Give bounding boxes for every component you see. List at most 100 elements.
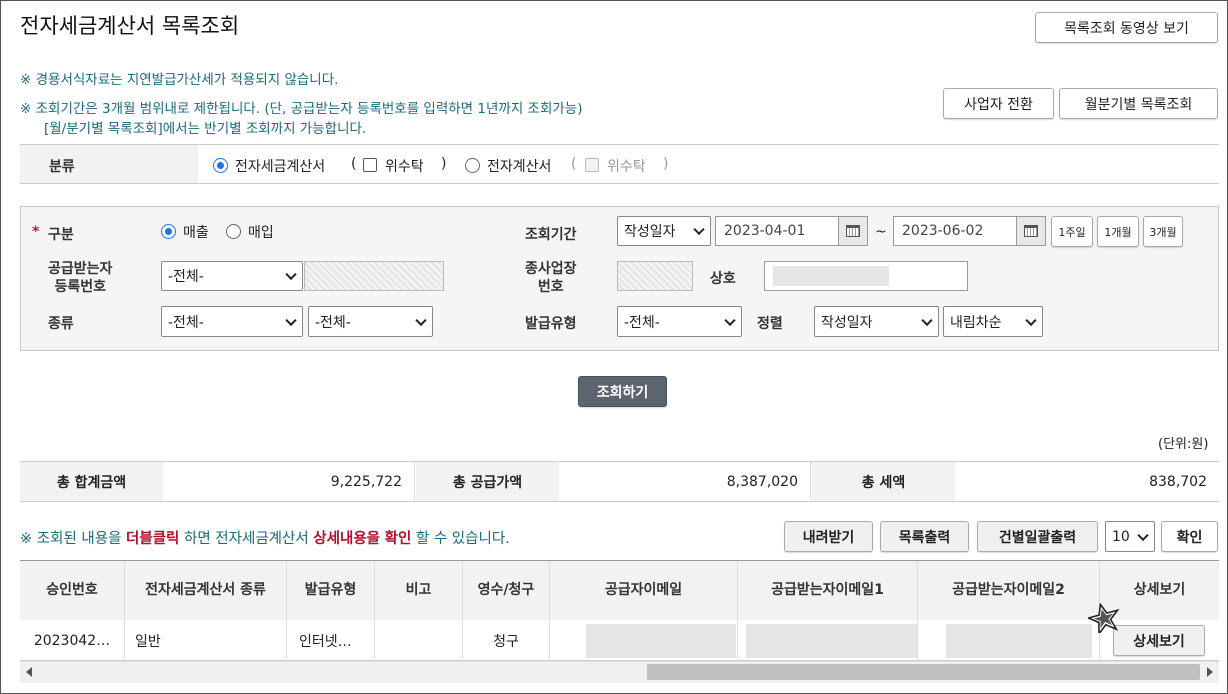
row-buyer-email-1 <box>738 620 918 661</box>
paren-close-disabled: ) <box>663 156 669 172</box>
tax-amount-value: 838,702 <box>1149 473 1207 490</box>
kind-value-1: -전체- <box>168 314 204 331</box>
detail-view-button[interactable]: 상세보기 <box>1113 625 1205 656</box>
row-issue-type: 인터넷… <box>287 620 375 661</box>
video-guide-button[interactable]: 목록조회 동영상 보기 <box>1035 12 1218 43</box>
calendar-icon[interactable] <box>838 216 868 246</box>
company-redacted <box>773 266 889 286</box>
row-supplier-email <box>550 620 738 661</box>
chevron-down-icon <box>285 314 297 326</box>
chevron-down-icon <box>693 223 705 236</box>
paren-open: ( <box>351 156 357 172</box>
period-label: 조회기간 <box>525 227 577 243</box>
paren-close: ) <box>441 156 447 172</box>
issue-type-label: 발급유형 <box>525 316 577 332</box>
one-week-button[interactable]: 1주일 <box>1051 216 1093 247</box>
einvoice-consign-label: 위수탁 <box>607 159 646 175</box>
page-size-ok-button[interactable]: 확인 <box>1161 521 1218 552</box>
total-amount-value: 9,225,722 <box>163 462 415 501</box>
notice-half-year: [월/분기별 목록조회]에서는 반기별 조회까지 가능합니다. <box>44 121 367 137</box>
category-label: 분류 <box>49 159 75 175</box>
page-title: 전자세금계산서 목록조회 <box>20 14 240 38</box>
buyer-reg-label: 공급받는자등록번호 <box>48 260 112 296</box>
category-etax-radio[interactable] <box>213 158 228 173</box>
header-supplier-email: 공급자이메일 <box>550 561 738 620</box>
chevron-down-icon <box>1137 529 1149 541</box>
row-invoice-kind: 일반 <box>125 620 287 661</box>
einvoice-consign-checkbox <box>585 158 599 172</box>
buyer-reg-value: -전체- <box>168 269 204 285</box>
chevron-down-icon <box>724 314 736 326</box>
page-size-select[interactable]: 10 <box>1105 521 1155 552</box>
branch-label: 종사업장 번호 <box>525 260 577 296</box>
notice-period-limit: ※ 조회기간은 3개월 범위내로 제한됩니다. (단, 공급받는자 등록번호를 … <box>20 101 583 117</box>
buyer-email-2-redacted <box>946 623 1092 658</box>
three-months-button[interactable]: 3개월 <box>1143 216 1183 247</box>
sort-field-select[interactable]: 작성일자 <box>814 306 939 337</box>
tax-amount-label: 총 세액 <box>812 462 955 501</box>
etax-consign-label: 위수탁 <box>385 159 424 175</box>
kind-select-1[interactable]: -전체- <box>161 306 303 337</box>
one-month-button[interactable]: 1개월 <box>1097 216 1139 247</box>
row-note <box>375 620 463 661</box>
scrollbar-thumb[interactable] <box>647 664 1200 680</box>
unit-label: (단위:원) <box>1158 437 1209 452</box>
batch-print-button[interactable]: 건별일괄출력 <box>977 521 1098 552</box>
etax-consign-checkbox[interactable] <box>363 158 377 172</box>
kind-select-2[interactable]: -전체- <box>308 306 433 337</box>
branch-input-disabled <box>617 261 693 291</box>
buyer-reg-select[interactable]: -전체- <box>161 261 303 291</box>
chevron-down-icon <box>1025 314 1037 326</box>
download-button[interactable]: 내려받기 <box>784 521 873 552</box>
company-input[interactable] <box>764 261 968 291</box>
scroll-right-icon[interactable] <box>1207 667 1213 677</box>
supply-amount-value: 8,387,020 <box>559 462 811 501</box>
header-invoice-kind: 전자세금계산서 종류 <box>125 561 287 620</box>
search-button[interactable]: 조회하기 <box>578 376 667 407</box>
buyer-reg-label-2: 등록번호 <box>54 279 106 295</box>
end-date-input[interactable]: 2023-06-02 <box>893 216 1017 246</box>
category-einvoice-radio[interactable] <box>465 158 480 173</box>
issue-type-value: -전체- <box>624 314 660 331</box>
calendar-icon[interactable] <box>1016 216 1046 246</box>
header-note: 비고 <box>375 561 463 620</box>
row-receipt: 청구 <box>463 620 550 661</box>
hint-confirm: 확인 <box>384 531 412 547</box>
date-type-select[interactable]: 작성일자 <box>617 216 711 246</box>
print-list-button[interactable]: 목록출력 <box>880 521 969 552</box>
chevron-down-icon <box>415 314 427 326</box>
category-einvoice-label: 전자계산서 <box>487 159 552 175</box>
start-date-input[interactable]: 2023-04-01 <box>715 216 839 246</box>
issue-type-select[interactable]: -전체- <box>617 306 742 337</box>
category-etax-label: 전자세금계산서 <box>235 159 326 175</box>
scroll-left-icon[interactable] <box>26 667 32 677</box>
hint-double-click: 더블클릭 <box>126 531 180 547</box>
purchase-label: 매입 <box>248 225 274 241</box>
type-label: 구분 <box>48 227 74 243</box>
row-buyer-email-2 <box>918 620 1100 661</box>
supplier-email-redacted <box>586 623 736 658</box>
sort-order-select[interactable]: 내림차순 <box>943 306 1043 337</box>
monthly-list-button[interactable]: 월분기별 목록조회 <box>1059 88 1218 119</box>
company-label: 상호 <box>710 271 736 287</box>
kind-label: 종류 <box>48 316 74 332</box>
page-size-value: 10 <box>1112 528 1130 545</box>
total-amount-label: 총 합계금액 <box>20 462 163 501</box>
buyer-reg-label-1: 공급받는자 <box>48 261 113 277</box>
chevron-down-icon <box>285 268 297 281</box>
purchase-radio[interactable] <box>226 224 241 239</box>
switch-business-button[interactable]: 사업자 전환 <box>943 88 1054 119</box>
date-range-tilde: ~ <box>875 224 887 240</box>
header-approval-no: 승인번호 <box>20 561 125 620</box>
sales-radio[interactable] <box>161 224 176 239</box>
hint-detail: 상세내용을 <box>313 531 380 547</box>
sort-order-value: 내림차순 <box>950 314 1002 331</box>
date-type-value: 작성일자 <box>624 224 676 240</box>
cursor-star-icon <box>1088 603 1120 633</box>
paren-open-disabled: ( <box>571 156 577 172</box>
kind-value-2: -전체- <box>315 314 351 331</box>
buyer-reg-input-disabled <box>304 261 444 291</box>
required-mark: * <box>32 224 40 240</box>
row-approval-no: 2023042… <box>20 620 125 661</box>
header-issue-type: 발급유형 <box>287 561 375 620</box>
